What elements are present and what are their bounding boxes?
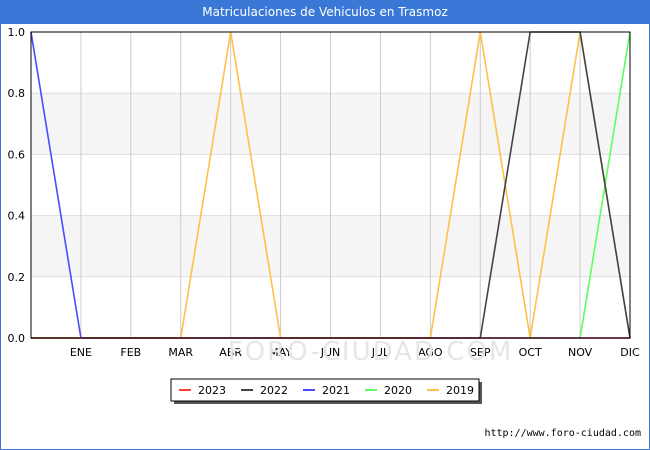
legend-label-2020: 2020 <box>384 384 412 397</box>
y-tick-label: 0.6 <box>8 148 26 161</box>
y-tick-label: 0.4 <box>8 210 26 223</box>
watermark: FORO-CIUDAD.COM <box>228 337 514 367</box>
legend-label-2022: 2022 <box>260 384 288 397</box>
line-chart: 0.00.20.40.60.81.0ENE FEB MAR ABR MAY JUN JUL A… <box>8 26 640 404</box>
legend-label-2019: 2019 <box>446 384 474 397</box>
x-tick-label: DIC <box>620 346 640 359</box>
legend-label-2023: 2023 <box>198 384 226 397</box>
source-url[interactable]: http://www.foro-ciudad.com <box>484 428 641 439</box>
y-tick-label: 1.0 <box>8 26 26 39</box>
x-tick-label: OCT <box>519 346 542 359</box>
x-tick-label: FEB <box>120 346 141 359</box>
x-tick-label: MAR <box>168 346 193 359</box>
x-tick-label: NOV <box>568 346 593 359</box>
x-tick-label: ENE <box>70 346 92 359</box>
y-tick-label: 0.0 <box>8 332 26 345</box>
y-tick-label: 0.2 <box>8 271 26 284</box>
chart-frame: Matriculaciones de Vehiculos en Trasmoz … <box>0 0 650 450</box>
legend-label-2021: 2021 <box>322 384 350 397</box>
y-tick-label: 0.8 <box>8 87 26 100</box>
